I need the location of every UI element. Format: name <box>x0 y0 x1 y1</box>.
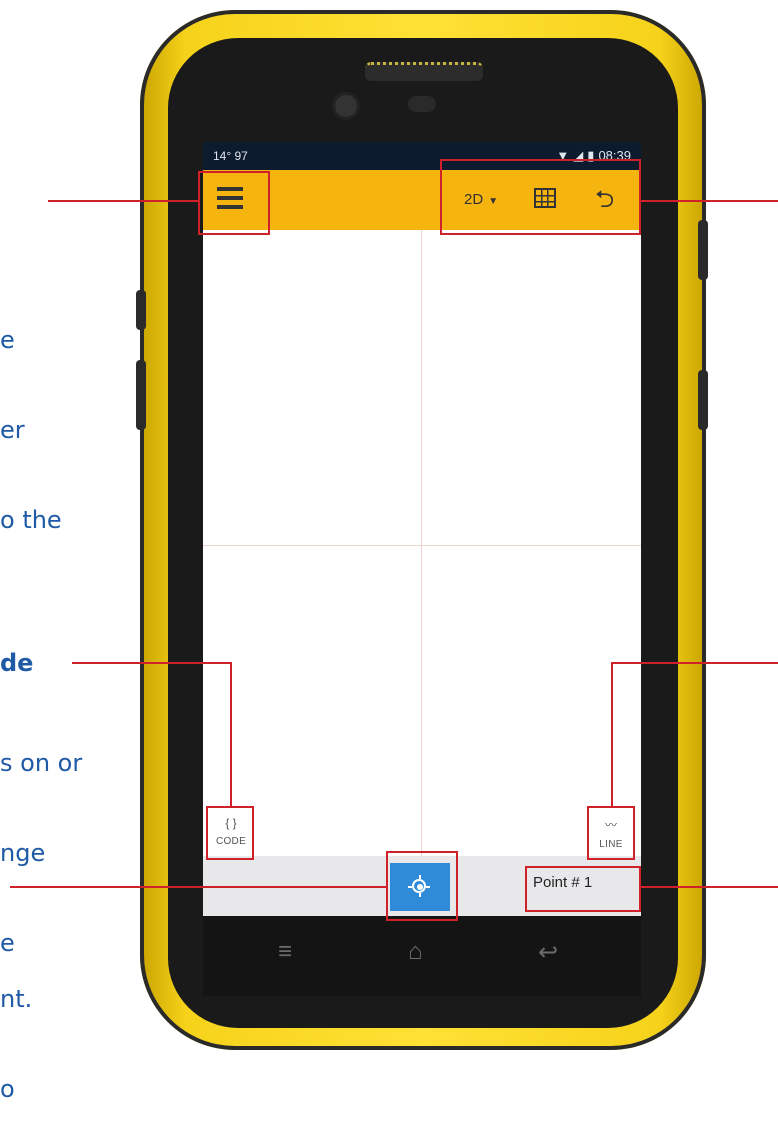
leader-code-v <box>230 662 232 806</box>
annotation-line: s on or <box>0 749 83 777</box>
leader-line-h <box>611 662 778 664</box>
leader-locate <box>10 886 386 888</box>
front-camera <box>332 92 360 120</box>
nav-menu-icon[interactable]: ≡ <box>278 938 292 966</box>
annotation-line: o <box>0 1075 15 1103</box>
leader-point <box>641 886 778 888</box>
annotation-line: er <box>0 416 25 444</box>
status-left-text: 14° 97 <box>213 149 248 163</box>
nav-back-icon[interactable]: ↩ <box>538 938 558 967</box>
proximity-sensor <box>408 96 436 112</box>
android-nav-bar: ≡ ⌂ ↩ <box>203 916 641 996</box>
vertical-axis-line <box>421 230 422 856</box>
leader-menu <box>48 200 198 202</box>
annotation-menu-text: e er o the <box>0 265 62 565</box>
side-button-right <box>698 220 708 280</box>
side-button-left <box>136 290 146 330</box>
annotation-code-heading: de <box>0 649 34 677</box>
highlight-code <box>206 806 254 860</box>
horizontal-axis-line <box>203 545 641 546</box>
map-canvas[interactable]: { } CODE 〰 LINE <box>203 230 641 856</box>
annotation-line: nge <box>0 839 46 867</box>
highlight-line <box>587 806 635 860</box>
highlight-point <box>525 866 641 912</box>
speaker-grille <box>365 62 483 81</box>
device-screen: 14° 97 ▼ ◢ ▮ 08:39 2D ▼ ⮌ { } CODE 〰 LINE <box>203 142 641 916</box>
nav-home-icon[interactable]: ⌂ <box>408 938 423 966</box>
highlight-toolbar <box>440 159 641 235</box>
side-button-right-2 <box>698 370 708 430</box>
highlight-locate <box>386 851 458 921</box>
annotation-line: nt. <box>0 985 33 1013</box>
side-button-left-2 <box>136 360 146 430</box>
leader-toolbar <box>641 200 778 202</box>
leader-line-v <box>611 662 613 806</box>
highlight-menu <box>198 171 270 235</box>
annotation-locate-text: nt. o <box>0 924 32 1134</box>
annotation-line: o the <box>0 506 62 534</box>
annotation-line: e <box>0 326 15 354</box>
leader-code-h <box>72 662 232 664</box>
